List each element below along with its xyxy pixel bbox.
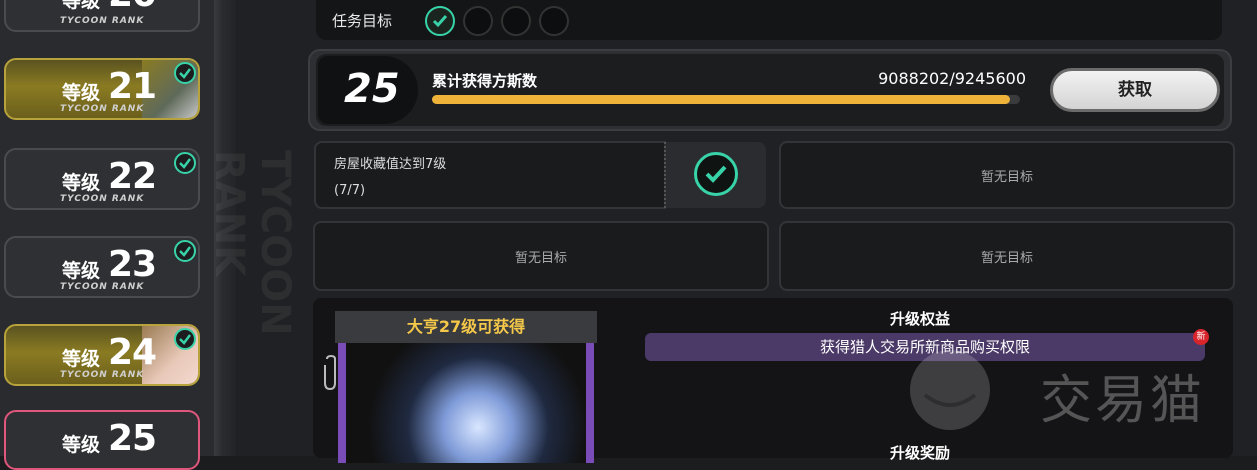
rank-level-word: 等级 xyxy=(62,434,101,456)
reward-title: 升级奖励 xyxy=(890,444,951,462)
task-label: 任务目标 xyxy=(332,12,393,30)
vertical-watermark: TYCOON RANK xyxy=(206,150,298,336)
rank-card-24[interactable]: 等级 24 TYCOON RANK xyxy=(4,324,200,386)
progress-bar-fill xyxy=(432,95,1010,104)
check-icon xyxy=(174,328,196,350)
check-icon xyxy=(694,152,738,196)
check-icon xyxy=(174,240,196,262)
rank-level-word: 等级 xyxy=(62,0,101,12)
paperclip-icon xyxy=(324,355,336,391)
goal-empty-text: 暂无目标 xyxy=(980,251,1033,266)
task-dot xyxy=(539,6,569,36)
progress-value: 9088202/9245600 xyxy=(878,69,1026,88)
claim-button[interactable]: 获取 xyxy=(1050,68,1220,112)
rank-card-20[interactable]: 等级 20 TYCOON RANK xyxy=(4,0,200,32)
check-icon xyxy=(174,62,196,84)
goal-empty-text: 暂无目标 xyxy=(980,170,1033,185)
task-dot xyxy=(501,6,531,36)
goal-card: 房屋收藏值达到7级 (7/7) xyxy=(314,141,666,209)
rank-number: 25 xyxy=(108,418,157,459)
goal-card-empty: 暂无目标 xyxy=(313,221,769,291)
goal-card-empty: 暂无目标 xyxy=(779,221,1235,291)
new-badge: 新 xyxy=(1193,329,1209,345)
rank-sub: TYCOON RANK xyxy=(60,104,145,114)
goal-count: (7/7) xyxy=(334,183,366,198)
progress-label: 累计获得方斯数 xyxy=(432,72,538,90)
goal-status xyxy=(664,142,766,208)
rank-number: 20 xyxy=(108,0,157,15)
goal-empty-text: 暂无目标 xyxy=(514,251,567,266)
rank-card-21[interactable]: 等级 21 TYCOON RANK xyxy=(4,58,200,120)
reward-card-title: 大亨27级可获得 xyxy=(335,311,597,343)
rank-number: 22 xyxy=(108,156,157,197)
rank-card-22[interactable]: 等级 22 TYCOON RANK xyxy=(4,148,200,210)
rank-sub: TYCOON RANK xyxy=(60,282,145,292)
rank-sub: TYCOON RANK xyxy=(60,194,145,204)
goal-card-empty: 暂无目标 xyxy=(779,141,1235,209)
rank-sidebar: 等级 20 TYCOON RANK 等级 21 TYCOON RANK 等级 2… xyxy=(0,0,214,470)
progress-bar xyxy=(432,95,1020,104)
rank-level-word: 等级 xyxy=(62,260,101,282)
task-dot xyxy=(463,6,493,36)
level-badge: 25 xyxy=(318,56,418,124)
reward-card-art[interactable] xyxy=(338,343,594,463)
rank-sub: TYCOON RANK xyxy=(60,370,145,380)
watermark-text: 交易猫 xyxy=(1040,371,1206,431)
rank-number: 24 xyxy=(108,332,157,373)
benefit-title: 升级权益 xyxy=(890,310,951,328)
rank-level-word: 等级 xyxy=(62,348,101,370)
check-icon xyxy=(174,152,196,174)
task-dot-done xyxy=(425,6,455,36)
rank-level-word: 等级 xyxy=(62,172,101,194)
level-number: 25 xyxy=(344,66,400,112)
rank-card-25[interactable]: 等级 25 xyxy=(4,410,200,470)
rank-card-23[interactable]: 等级 23 TYCOON RANK xyxy=(4,236,200,298)
rank-level-word: 等级 xyxy=(62,82,101,104)
device-image xyxy=(346,343,586,463)
rank-number: 21 xyxy=(108,66,157,107)
rank-number: 23 xyxy=(108,244,157,285)
rank-sub: TYCOON RANK xyxy=(60,16,145,26)
goal-text: 房屋收藏值达到7级 xyxy=(334,157,447,172)
